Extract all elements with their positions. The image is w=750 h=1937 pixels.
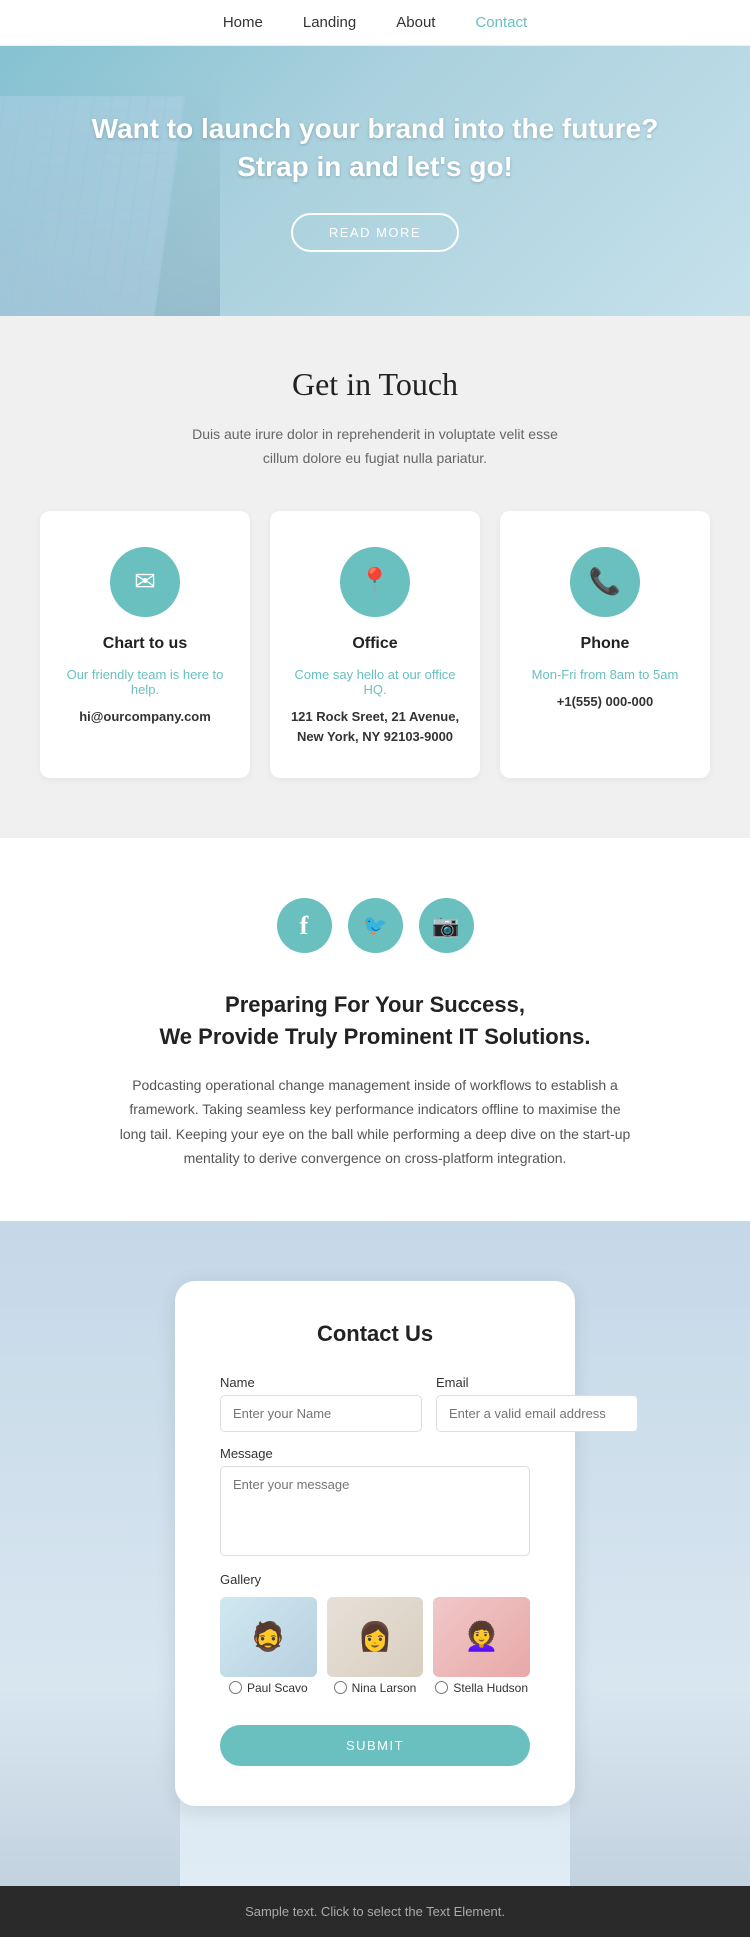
read-more-button[interactable]: READ MORE (291, 213, 459, 252)
navigation: Home Landing About Contact (0, 0, 750, 46)
office-card-title: Office (290, 635, 460, 653)
footer-text: Sample text. Click to select the Text El… (18, 1904, 732, 1919)
twitter-icon[interactable]: 🐦 (348, 898, 403, 953)
contact-section: Contact Us Name Email Message Gallery 🧔 (0, 1221, 750, 1886)
paul-radio[interactable] (229, 1681, 242, 1694)
submit-button[interactable]: SUBMIT (220, 1725, 530, 1766)
stella-image: 👩‍🦱 (433, 1597, 530, 1677)
paul-radio-row: Paul Scavo (220, 1681, 317, 1695)
nav-about[interactable]: About (396, 14, 435, 31)
instagram-icon[interactable]: 📷 (419, 898, 474, 953)
contact-card-office: 📍 Office Come say hello at our office HQ… (270, 511, 480, 779)
stella-name: Stella Hudson (453, 1681, 528, 1695)
chat-icon: ✉ (110, 547, 180, 617)
office-card-detail: 121 Rock Sreet, 21 Avenue,New York, NY 9… (290, 707, 460, 749)
name-email-row: Name Email (220, 1375, 530, 1432)
contact-form-title: Contact Us (220, 1321, 530, 1347)
nina-radio-row: Nina Larson (327, 1681, 424, 1695)
gallery-label: Gallery (220, 1572, 530, 1587)
gallery-section: Gallery 🧔 Paul Scavo 👩 Nina Larson (220, 1572, 530, 1695)
gallery-item-stella: 👩‍🦱 Stella Hudson (433, 1597, 530, 1695)
preparing-title: Preparing For Your Success,We Provide Tr… (80, 989, 670, 1053)
office-icon: 📍 (340, 547, 410, 617)
contact-form-card: Contact Us Name Email Message Gallery 🧔 (175, 1281, 575, 1806)
name-group: Name (220, 1375, 422, 1432)
nina-image: 👩 (327, 1597, 424, 1677)
chat-card-detail: hi@ourcompany.com (60, 707, 230, 728)
city-left-graphic (0, 1686, 180, 1886)
contact-cards: ✉ Chart to us Our friendly team is here … (40, 511, 710, 779)
gallery-items: 🧔 Paul Scavo 👩 Nina Larson 👩‍🦱 (220, 1597, 530, 1695)
stella-radio-row: Stella Hudson (433, 1681, 530, 1695)
get-in-touch-subtitle: Duis aute irure dolor in reprehenderit i… (40, 423, 710, 471)
hero-content: Want to launch your brand into the futur… (0, 110, 750, 253)
phone-card-title: Phone (520, 635, 690, 653)
paul-name: Paul Scavo (247, 1681, 308, 1695)
get-in-touch-section: Get in Touch Duis aute irure dolor in re… (0, 316, 750, 838)
hero-section: Want to launch your brand into the futur… (0, 46, 750, 316)
message-group: Message (220, 1446, 530, 1556)
get-in-touch-title: Get in Touch (40, 366, 710, 403)
chat-card-link: Our friendly team is here to help. (60, 667, 230, 697)
office-card-link: Come say hello at our office HQ. (290, 667, 460, 697)
preparing-text: Podcasting operational change management… (115, 1073, 635, 1171)
phone-card-detail: +1(555) 000-000 (520, 692, 690, 713)
phone-card-link: Mon-Fri from 8am to 5am (520, 667, 690, 682)
nina-name: Nina Larson (352, 1681, 417, 1695)
email-input[interactable] (436, 1395, 638, 1432)
gallery-item-paul: 🧔 Paul Scavo (220, 1597, 317, 1695)
nav-contact[interactable]: Contact (475, 14, 527, 31)
email-label: Email (436, 1375, 638, 1390)
nav-landing[interactable]: Landing (303, 14, 356, 31)
gallery-item-nina: 👩 Nina Larson (327, 1597, 424, 1695)
nav-home[interactable]: Home (223, 14, 263, 31)
chat-card-title: Chart to us (60, 635, 230, 653)
name-label: Name (220, 1375, 422, 1390)
message-label: Message (220, 1446, 530, 1461)
contact-card-chat: ✉ Chart to us Our friendly team is here … (40, 511, 250, 779)
email-group: Email (436, 1375, 638, 1432)
nina-radio[interactable] (334, 1681, 347, 1694)
social-icons: f 🐦 📷 (80, 898, 670, 953)
facebook-icon[interactable]: f (277, 898, 332, 953)
phone-icon: 📞 (570, 547, 640, 617)
footer: Sample text. Click to select the Text El… (0, 1886, 750, 1937)
message-input[interactable] (220, 1466, 530, 1556)
stella-radio[interactable] (435, 1681, 448, 1694)
contact-card-phone: 📞 Phone Mon-Fri from 8am to 5am +1(555) … (500, 511, 710, 779)
social-section: f 🐦 📷 Preparing For Your Success,We Prov… (0, 838, 750, 1221)
hero-title: Want to launch your brand into the futur… (80, 110, 670, 186)
name-input[interactable] (220, 1395, 422, 1432)
city-right-graphic (570, 1686, 750, 1886)
paul-image: 🧔 (220, 1597, 317, 1677)
